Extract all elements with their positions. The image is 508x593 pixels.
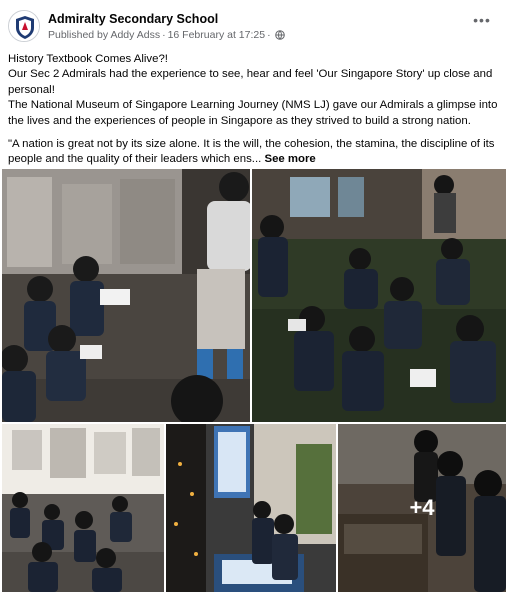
post-photo-1[interactable] [2, 169, 250, 422]
message-line: The National Museum of Singapore Learnin… [8, 99, 501, 127]
separator-dot: · [267, 29, 271, 41]
post-meta: Published by Addy Adss · 16 February at 17… [48, 29, 285, 43]
more-options-button[interactable]: ••• [470, 12, 494, 32]
message-quote: "A nation is great not by its size alone… [8, 137, 502, 168]
published-by-label[interactable]: Published by Addy Adss [48, 29, 160, 41]
post-card: Admiralty Secondary School Published by … [0, 0, 508, 593]
post-timestamp[interactable]: 16 February at 17:25 [168, 29, 265, 41]
photo-students-reading [252, 169, 506, 422]
ellipsis-icon: ••• [473, 12, 491, 28]
page-avatar[interactable] [8, 10, 40, 42]
message-line: History Textbook Comes Alive?! [8, 53, 168, 65]
post-header: Admiralty Secondary School Published by … [8, 10, 500, 46]
post-photo-5[interactable]: +4 [338, 424, 506, 592]
quote-text: "A nation is great not by its size alone… [8, 138, 498, 166]
photo-museum-talk [2, 169, 250, 422]
globe-icon [274, 30, 285, 43]
more-photos-overlay[interactable]: +4 [338, 424, 506, 592]
post-photo-4[interactable] [166, 424, 336, 592]
school-crest-icon [9, 11, 39, 41]
photo-touchscreen [166, 424, 336, 592]
post-message: History Textbook Comes Alive?! Our Sec 2… [8, 52, 502, 168]
message-line: Our Sec 2 Admirals had the experience to… [8, 68, 496, 96]
separator-dot: · [162, 29, 166, 41]
post-photo-3[interactable] [2, 424, 164, 592]
post-photo-2[interactable] [252, 169, 506, 422]
photo-newspaper-wall [2, 424, 164, 592]
page-name-link[interactable]: Admiralty Secondary School [48, 12, 218, 26]
see-more-link[interactable]: See more [264, 153, 315, 165]
